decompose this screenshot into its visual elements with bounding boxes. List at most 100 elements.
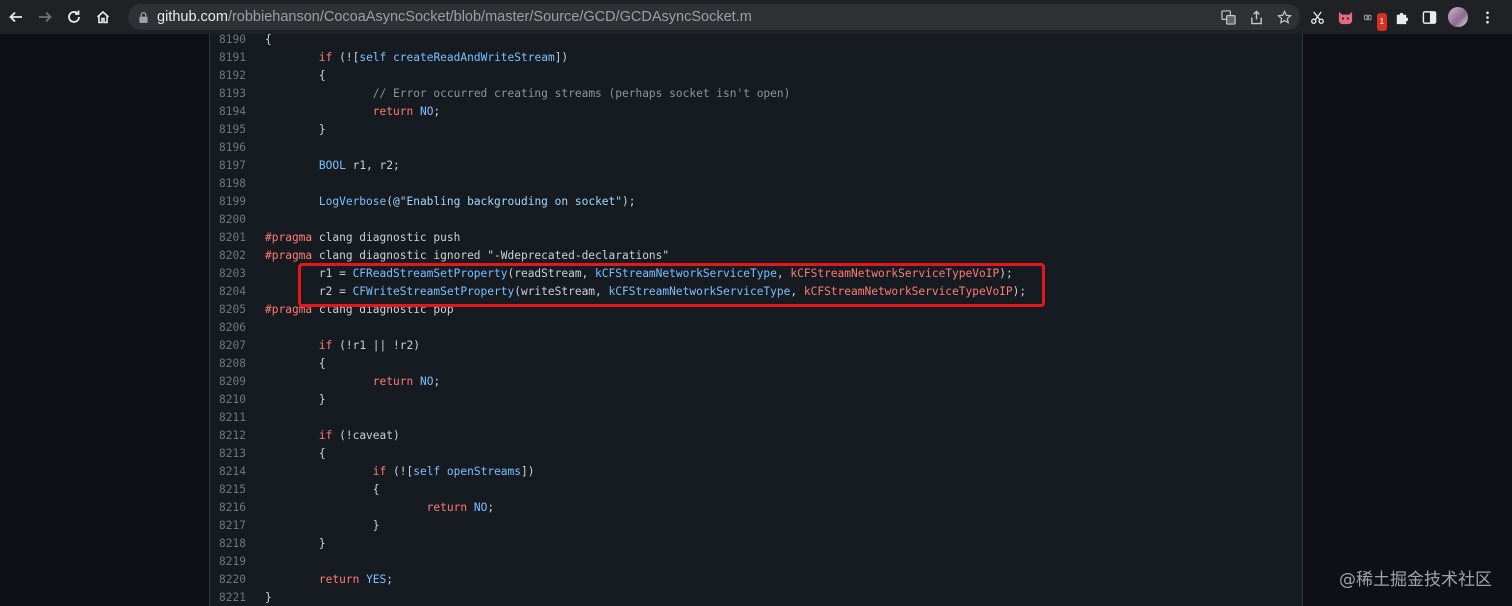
- line-number[interactable]: 8190: [210, 31, 246, 49]
- address-bar[interactable]: github.com/robbiehanson/CocoaAsyncSocket…: [128, 4, 1300, 30]
- line-number[interactable]: 8196: [210, 139, 246, 157]
- line-number[interactable]: 8220: [210, 571, 246, 589]
- code-line: 8197 BOOL r1, r2;: [210, 157, 1302, 175]
- code-token: ;: [433, 105, 441, 118]
- line-number[interactable]: 8206: [210, 319, 246, 337]
- side-panel-icon[interactable]: [1420, 8, 1438, 26]
- back-icon[interactable]: [3, 4, 29, 30]
- line-source: }: [265, 391, 326, 409]
- code-token: ;: [386, 573, 394, 586]
- line-number[interactable]: 8201: [210, 229, 246, 247]
- line-number[interactable]: 8192: [210, 67, 246, 85]
- line-number[interactable]: 8216: [210, 499, 246, 517]
- line-number[interactable]: 8218: [210, 535, 246, 553]
- watermark: @稀土掘金技术社区: [1339, 570, 1492, 590]
- line-source: {: [265, 355, 326, 373]
- line-number[interactable]: 8204: [210, 283, 246, 301]
- code-token: {: [265, 33, 272, 46]
- code-token: }: [265, 591, 272, 604]
- line-number[interactable]: 8217: [210, 517, 246, 535]
- line-number[interactable]: 8209: [210, 373, 246, 391]
- forward-icon[interactable]: [32, 4, 58, 30]
- url-text: github.com/robbiehanson/CocoaAsyncSocket…: [157, 9, 752, 25]
- line-number[interactable]: 8202: [210, 247, 246, 265]
- line-number[interactable]: 8214: [210, 463, 246, 481]
- line-number[interactable]: 8191: [210, 49, 246, 67]
- code-line: 8216 return NO;: [210, 499, 1302, 517]
- line-number[interactable]: 8200: [210, 211, 246, 229]
- code-line: 8219: [210, 553, 1302, 571]
- share-icon[interactable]: [1248, 9, 1264, 25]
- line-source: {: [265, 67, 326, 85]
- code-token: return: [318, 573, 360, 586]
- more-menu-icon[interactable]: [1478, 8, 1496, 26]
- code-token: clang diagnostic push: [312, 231, 461, 244]
- code-token: (: [386, 195, 393, 208]
- line-number[interactable]: 8193: [210, 85, 246, 103]
- code-viewer: 8190 {8191 if (![self createReadAndWriteS…: [209, 31, 1303, 606]
- line-number[interactable]: 8198: [210, 175, 246, 193]
- camera-extension-icon[interactable]: 1: [1364, 8, 1387, 31]
- line-number[interactable]: 8203: [210, 265, 246, 283]
- code-line: 8196: [210, 139, 1302, 157]
- code-line: 8220 return YES;: [210, 571, 1302, 589]
- lock-icon[interactable]: [137, 10, 149, 24]
- code-line: 8190 {: [210, 31, 1302, 49]
- code-token: (!caveat): [332, 429, 400, 442]
- code-line: 8208 {: [210, 355, 1302, 373]
- line-source: BOOL r1, r2;: [265, 157, 400, 175]
- code-line: 8201 #pragma clang diagnostic push: [210, 229, 1302, 247]
- code-line: 8212 if (!caveat): [210, 427, 1302, 445]
- cat-extension-icon[interactable]: [1336, 8, 1354, 26]
- code-token: #pragma: [265, 231, 313, 244]
- line-number[interactable]: 8215: [210, 481, 246, 499]
- line-number[interactable]: 8207: [210, 337, 246, 355]
- line-source: }: [265, 535, 326, 553]
- line-number[interactable]: 8212: [210, 427, 246, 445]
- code-token: if: [318, 339, 333, 352]
- code-token: self: [413, 465, 441, 478]
- line-number[interactable]: 8219: [210, 553, 246, 571]
- code-token: return: [372, 105, 414, 118]
- line-source: return NO;: [265, 499, 494, 517]
- line-number[interactable]: 8199: [210, 193, 246, 211]
- translate-icon[interactable]: [1220, 9, 1236, 25]
- line-source: if (![self createReadAndWriteStream]): [265, 49, 568, 67]
- puzzle-extensions-icon[interactable]: [1392, 8, 1410, 26]
- line-number[interactable]: 8213: [210, 445, 246, 463]
- code-line: 8193 // Error occurred creating streams …: [210, 85, 1302, 103]
- line-source: return NO;: [265, 373, 440, 391]
- line-source: // Error occurred creating streams (perh…: [265, 85, 791, 103]
- code-token: if: [318, 51, 333, 64]
- code-line: 8191 if (![self createReadAndWriteStream…: [210, 49, 1302, 67]
- code-token: LogVerbose: [318, 195, 387, 208]
- code-token: @"Enabling backgrouding on socket": [393, 195, 623, 208]
- code-line: 8214 if (![self openStreams]): [210, 463, 1302, 481]
- line-source: if (!r1 || !r2): [265, 337, 420, 355]
- line-number[interactable]: 8197: [210, 157, 246, 175]
- profile-avatar[interactable]: [1448, 7, 1468, 27]
- line-number[interactable]: 8211: [210, 409, 246, 427]
- code-token: }: [265, 519, 380, 532]
- line-source: LogVerbose(@"Enabling backgrouding on so…: [265, 193, 636, 211]
- url-host: github.com: [157, 9, 228, 25]
- code-token: ]): [554, 51, 569, 64]
- bookmark-star-icon[interactable]: [1276, 9, 1292, 25]
- home-icon[interactable]: [90, 4, 116, 30]
- reload-icon[interactable]: [61, 4, 87, 30]
- line-number[interactable]: 8195: [210, 121, 246, 139]
- line-number[interactable]: 8210: [210, 391, 246, 409]
- code-line: 8192 {: [210, 67, 1302, 85]
- scissors-extension-icon[interactable]: [1308, 8, 1326, 26]
- line-number[interactable]: 8205: [210, 301, 246, 319]
- code-token: (!r1 || !r2): [332, 339, 420, 352]
- line-number[interactable]: 8221: [210, 589, 246, 606]
- line-number[interactable]: 8194: [210, 103, 246, 121]
- line-number[interactable]: 8208: [210, 355, 246, 373]
